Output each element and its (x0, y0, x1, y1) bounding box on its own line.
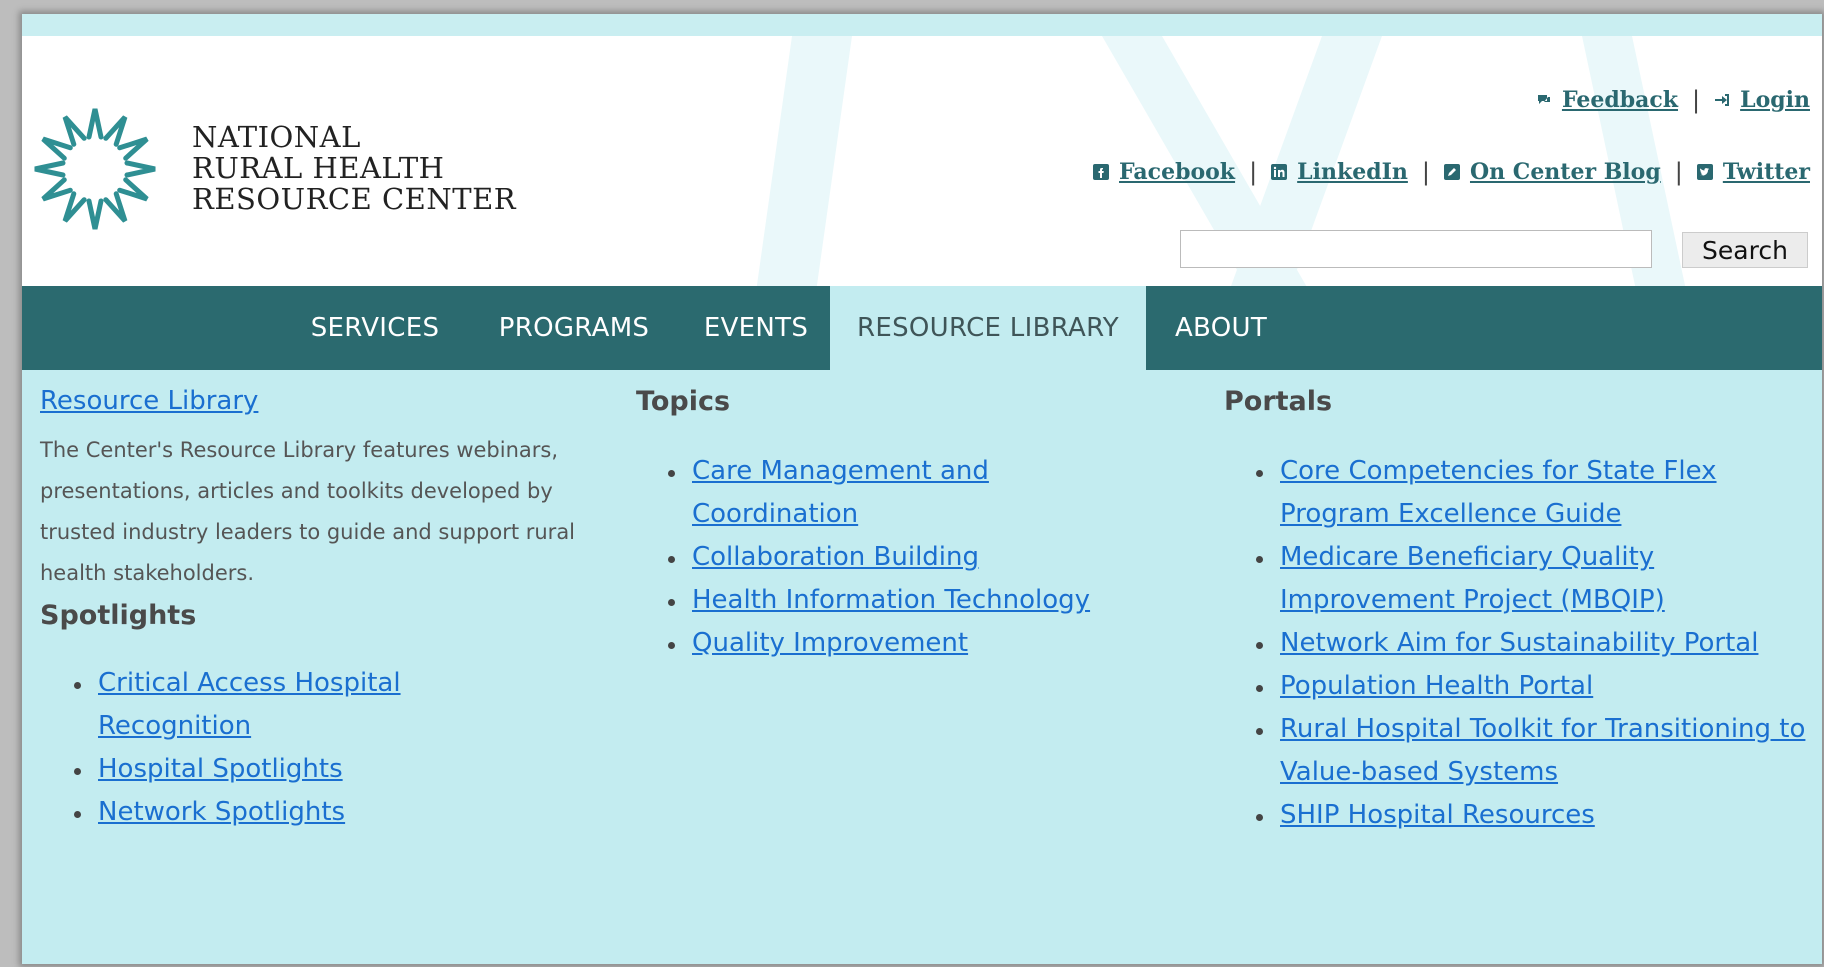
portal-link[interactable]: Population Health Portal (1280, 671, 1593, 701)
list-item[interactable]: Population Health Portal (1250, 665, 1810, 708)
blog-link[interactable]: On Center Blog (1470, 159, 1661, 185)
list-item[interactable]: Network Aim for Sustainability Portal (1250, 622, 1810, 665)
org-name-line: RURAL HEALTH (192, 151, 445, 185)
list-item[interactable]: Health Information Technology (662, 579, 1132, 622)
list-item[interactable]: Quality Improvement (662, 622, 1132, 665)
spotlight-link[interactable]: Network Spotlights (98, 797, 345, 827)
comment-icon (1537, 95, 1550, 104)
twitter-icon (1696, 164, 1713, 180)
list-item[interactable]: Critical Access Hospital Recognition (68, 662, 468, 748)
resource-library-menu: Resource Library The Center's Resource L… (22, 370, 1822, 964)
topic-link[interactable]: Care Management and Coordination (692, 456, 989, 529)
search-button[interactable]: Search (1682, 232, 1808, 268)
list-item[interactable]: Care Management and Coordination (662, 450, 1132, 536)
utility-links-top: Feedback | Login (1536, 86, 1810, 114)
list-item[interactable]: Core Competencies for State Flex Program… (1250, 450, 1810, 536)
linkedin-link[interactable]: LinkedIn (1297, 159, 1408, 185)
separator: | (1421, 158, 1430, 186)
list-item[interactable]: Collaboration Building (662, 536, 1132, 579)
facebook-link[interactable]: Facebook (1119, 159, 1235, 185)
portal-link[interactable]: SHIP Hospital Resources (1280, 800, 1595, 830)
login-link[interactable]: Login (1740, 87, 1810, 113)
topic-link[interactable]: Collaboration Building (692, 542, 979, 572)
topic-link[interactable]: Quality Improvement (692, 628, 968, 658)
list-item[interactable]: SHIP Hospital Resources (1250, 794, 1810, 837)
separator: | (1674, 158, 1683, 186)
nav-item-events[interactable]: EVENTS (688, 286, 824, 370)
nav-item-about[interactable]: ABOUT (1146, 286, 1296, 370)
spotlight-link[interactable]: Hospital Spotlights (98, 754, 343, 784)
twitter-link[interactable]: Twitter (1723, 159, 1810, 185)
topic-link[interactable]: Health Information Technology (692, 585, 1090, 615)
utility-links-social: Facebook | LinkedIn | On Center Blog | T… (1093, 158, 1810, 186)
top-strip (22, 14, 1822, 37)
resource-library-link[interactable]: Resource Library (40, 386, 258, 416)
list-item[interactable]: Rural Hospital Toolkit for Transitioning… (1250, 708, 1810, 794)
nav-item-programs[interactable]: PROGRAMS (476, 286, 672, 370)
org-name-line: RESOURCE CENTER (192, 182, 517, 216)
main-nav: SERVICES PROGRAMS EVENTS RESOURCE LIBRAR… (22, 286, 1822, 370)
portal-link[interactable]: Network Aim for Sustainability Portal (1280, 628, 1758, 658)
topics-heading: Topics (636, 386, 731, 417)
linkedin-icon (1271, 164, 1288, 180)
org-name-line: NATIONAL (192, 120, 361, 154)
portals-list: Core Competencies for State Flex Program… (1250, 450, 1810, 837)
spotlight-link[interactable]: Critical Access Hospital Recognition (98, 668, 401, 741)
portal-link[interactable]: Core Competencies for State Flex Program… (1280, 456, 1717, 529)
list-item[interactable]: Medicare Beneficiary Quality Improvement… (1250, 536, 1810, 622)
blog-icon (1443, 164, 1460, 180)
resource-library-description: The Center's Resource Library features w… (40, 438, 576, 585)
login-icon (1715, 94, 1730, 106)
search-input[interactable] (1180, 230, 1652, 268)
nav-item-services[interactable]: SERVICES (292, 286, 458, 370)
separator: | (1692, 86, 1701, 114)
portal-link[interactable]: Medicare Beneficiary Quality Improvement… (1280, 542, 1665, 615)
list-item[interactable]: Hospital Spotlights (68, 748, 468, 791)
spotlights-list: Critical Access Hospital Recognition Hos… (68, 662, 468, 834)
org-name[interactable]: NATIONAL RURAL HEALTH RESOURCE CENTER (192, 122, 516, 215)
separator: | (1249, 158, 1258, 186)
browser-viewport: NATIONAL RURAL HEALTH RESOURCE CENTER Fe… (22, 14, 1822, 964)
feedback-link[interactable]: Feedback (1562, 87, 1678, 113)
logo-starburst-icon (28, 108, 162, 236)
portal-link[interactable]: Rural Hospital Toolkit for Transitioning… (1280, 714, 1805, 787)
topics-list: Care Management and Coordination Collabo… (662, 450, 1132, 665)
spotlights-heading: Spotlights (40, 600, 197, 631)
list-item[interactable]: Network Spotlights (68, 791, 468, 834)
site-header: NATIONAL RURAL HEALTH RESOURCE CENTER Fe… (22, 36, 1822, 286)
nav-item-resource-library[interactable]: RESOURCE LIBRARY (830, 286, 1146, 370)
background-ray (755, 36, 852, 286)
facebook-icon (1093, 164, 1110, 180)
portals-heading: Portals (1224, 386, 1333, 417)
